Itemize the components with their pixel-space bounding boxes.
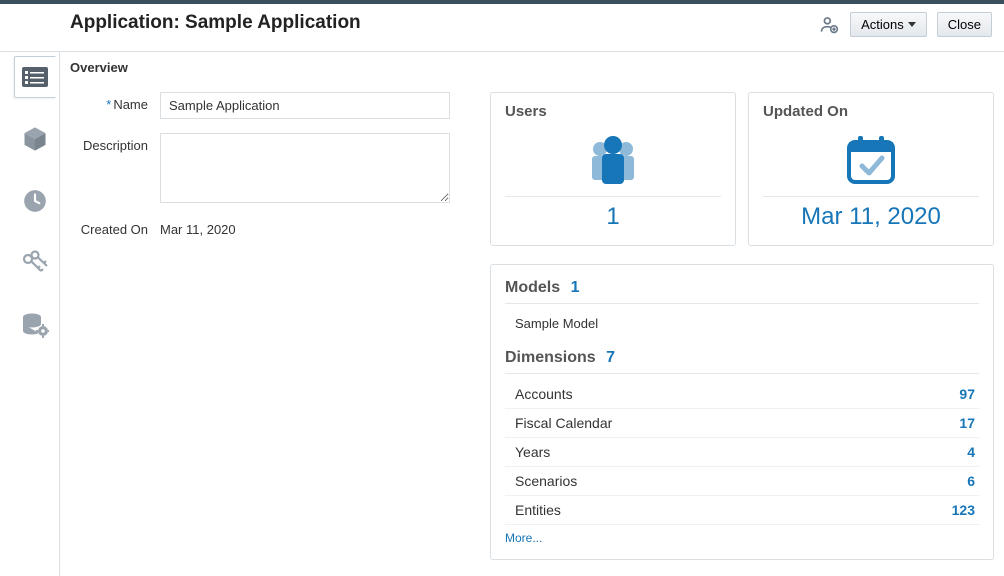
header-bar: Application: Sample Application Overview… xyxy=(0,4,1004,52)
dimension-row[interactable]: Scenarios 6 xyxy=(505,467,979,496)
dimension-row[interactable]: Accounts 97 xyxy=(505,380,979,409)
app-window: Application: Sample Application Overview… xyxy=(0,0,1004,576)
actions-button-label: Actions xyxy=(861,17,904,32)
description-textarea[interactable] xyxy=(160,133,450,203)
dimension-row[interactable]: Fiscal Calendar 17 xyxy=(505,409,979,438)
updated-on-date: Mar 11, 2020 xyxy=(763,203,979,231)
created-on-value: Mar 11, 2020 xyxy=(160,217,236,237)
close-button[interactable]: Close xyxy=(937,12,992,37)
sidebar-tab-overview[interactable] xyxy=(14,56,56,98)
list-icon xyxy=(22,67,48,87)
calendar-check-icon xyxy=(763,130,979,190)
dimensions-list: Accounts 97 Fiscal Calendar 17 Years 4 xyxy=(505,380,979,525)
dimension-row[interactable]: Years 4 xyxy=(505,438,979,467)
page-title: Application: Sample Application xyxy=(70,12,361,34)
name-input[interactable] xyxy=(160,92,450,119)
caret-down-icon xyxy=(908,22,916,27)
created-on-label: Created On xyxy=(80,217,160,237)
users-card: Users xyxy=(490,92,736,246)
users-icon xyxy=(505,130,721,190)
name-label: *Name xyxy=(80,92,160,112)
sidebar-tab-history[interactable] xyxy=(14,180,56,222)
cards-column: Users xyxy=(490,92,994,566)
sidebar-tab-settings-db[interactable] xyxy=(14,304,56,346)
clock-icon xyxy=(22,188,48,214)
actions-button[interactable]: Actions xyxy=(850,12,927,37)
more-dimensions-link[interactable]: More... xyxy=(505,525,979,545)
model-item[interactable]: Sample Model xyxy=(505,310,979,337)
sidebar-tab-permissions[interactable] xyxy=(14,242,56,284)
models-heading: Models 1 xyxy=(505,279,979,304)
keys-icon xyxy=(21,250,49,276)
description-label: Description xyxy=(80,133,160,153)
user-role-icon[interactable] xyxy=(818,14,840,36)
form-column: *Name Description Created On Mar 11, 202… xyxy=(80,92,450,566)
sidebar-tab-model[interactable] xyxy=(14,118,56,160)
close-button-label: Close xyxy=(948,17,981,32)
updated-on-title: Updated On xyxy=(763,103,979,120)
dimension-row[interactable]: Entities 123 xyxy=(505,496,979,525)
cube-icon xyxy=(21,125,49,153)
db-gear-icon xyxy=(21,312,49,338)
content-area: *Name Description Created On Mar 11, 202… xyxy=(60,52,1004,576)
users-count: 1 xyxy=(505,203,721,231)
sidebar xyxy=(10,52,60,576)
updated-on-card: Updated On Mar 11, 2020 xyxy=(748,92,994,246)
models-dimensions-card: Models 1 Sample Model Dimensions 7 Accou… xyxy=(490,264,994,560)
dimensions-heading: Dimensions 7 xyxy=(505,349,979,374)
users-card-title: Users xyxy=(505,103,721,120)
